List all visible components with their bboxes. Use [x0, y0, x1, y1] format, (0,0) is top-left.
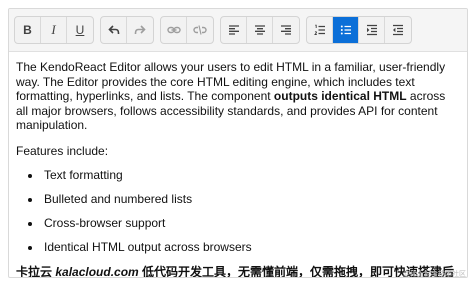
align-center-icon [254, 24, 266, 36]
unlink-icon [193, 24, 207, 36]
features-list: Text formatting Bulleted and numbered li… [16, 168, 460, 255]
toolbar-group [220, 16, 300, 44]
bold-button[interactable]: B [15, 17, 41, 43]
insert-link-button[interactable] [161, 17, 187, 43]
toolbar-group: BIU [14, 16, 94, 44]
link-icon [166, 24, 181, 36]
features-heading: Features include: [16, 143, 109, 158]
toolbar-group [160, 16, 214, 44]
unlink-button[interactable] [187, 17, 213, 43]
align-left-icon [228, 24, 240, 36]
undo-button[interactable] [101, 17, 127, 43]
editor: B I U The KendoReact Editor allows your us… [8, 8, 468, 278]
underline-label: U [75, 23, 85, 37]
redo-icon [134, 24, 146, 36]
ordered-list-button[interactable] [307, 17, 333, 43]
outdent-button[interactable] [385, 17, 411, 43]
intro-paragraph: The KendoReact Editor allows your users … [16, 60, 460, 133]
toolbar-group [100, 16, 154, 44]
indent-icon [366, 24, 378, 36]
align-right-button[interactable] [273, 17, 299, 43]
promo-text-start: 卡拉云 [16, 265, 56, 278]
editor-toolbar: BIU [9, 9, 467, 52]
align-right-icon [280, 24, 292, 36]
italic-label: I [51, 22, 56, 37]
list-item: Cross-browser support [42, 216, 460, 231]
indent-button[interactable] [359, 17, 385, 43]
promo-paragraph: 卡拉云 kalacloud.com 低代码开发工具，无需懂前端，仅需拖拽，即可快… [16, 264, 460, 278]
align-center-button[interactable] [247, 17, 273, 43]
undo-icon [107, 24, 120, 36]
intro-bold-text: outputs identical HTML [273, 89, 407, 103]
promo-link[interactable]: kalacloud.com [55, 265, 138, 277]
list-item: Text formatting [42, 168, 460, 183]
align-left-button[interactable] [221, 17, 247, 43]
watermark: @稀土掘金技术社区 [402, 271, 466, 278]
list-item: Bulleted and numbered lists [42, 192, 460, 207]
underline-button[interactable]: U [67, 17, 93, 43]
list-item: Identical HTML output across browsers [42, 240, 460, 255]
editor-content[interactable]: The KendoReact Editor allows your users … [9, 52, 467, 278]
unordered-list-button[interactable] [333, 17, 359, 43]
italic-button[interactable]: I [41, 17, 67, 43]
outdent-icon [392, 24, 404, 36]
ordered-list-icon [313, 24, 326, 36]
bold-label: B [23, 23, 32, 37]
redo-button[interactable] [127, 17, 153, 43]
toolbar-group [306, 16, 412, 44]
unordered-list-icon [340, 24, 352, 36]
